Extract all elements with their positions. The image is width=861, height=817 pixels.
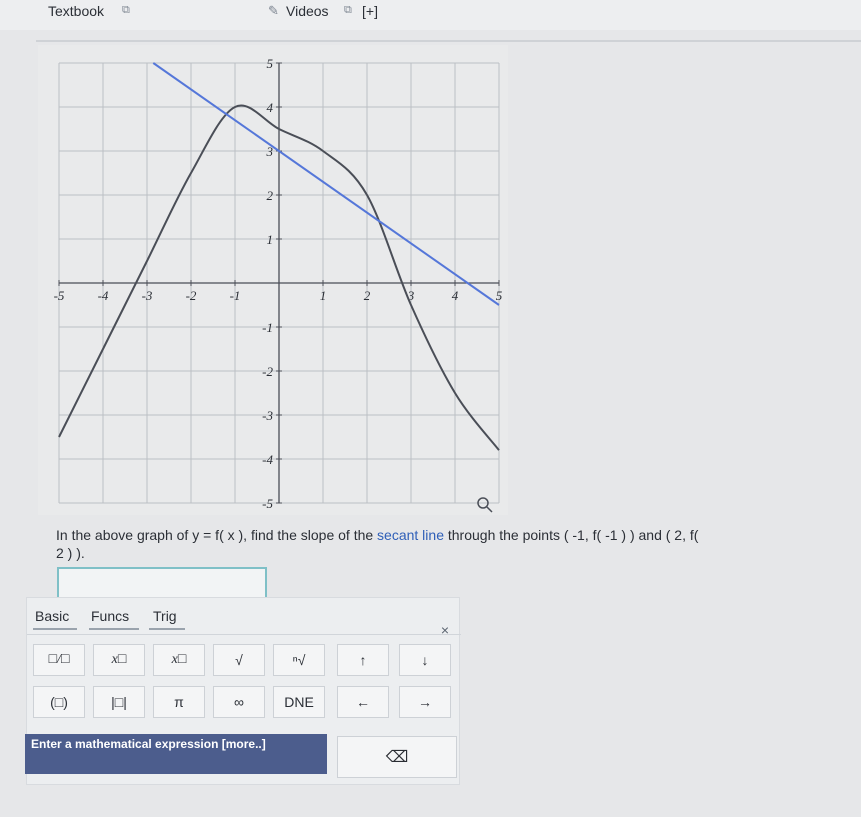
add-video-button[interactable]: [+] <box>362 3 378 19</box>
y-tick-label: -3 <box>262 408 273 423</box>
x-tick-label: -2 <box>186 288 197 303</box>
y-tick-label: -2 <box>262 364 273 379</box>
x-tick-label: -5 <box>54 288 65 303</box>
textbook-link[interactable]: Textbook <box>48 3 104 19</box>
divider <box>36 40 861 42</box>
question-mid: , find the slope of the <box>243 527 378 543</box>
absolute-value-button[interactable]: |□| <box>93 686 145 718</box>
y-tick-label: 5 <box>267 56 274 71</box>
x-tick-label: -3 <box>142 288 153 303</box>
external-link-icon[interactable]: ⧉ <box>344 4 352 17</box>
pi-button[interactable]: π <box>153 686 205 718</box>
tab-trig[interactable]: Trig <box>153 608 177 624</box>
keypad-hint[interactable]: Enter a mathematical expression [more..] <box>25 734 327 774</box>
tab-underline <box>149 628 185 630</box>
y-tick-label: -4 <box>262 452 273 467</box>
secant-line-link[interactable]: secant line <box>377 527 444 543</box>
down-arrow-button[interactable]: ↓ <box>399 644 451 676</box>
tab-underline <box>33 628 77 630</box>
parentheses-button[interactable]: (□) <box>33 686 85 718</box>
tab-basic[interactable]: Basic <box>35 608 69 624</box>
divider <box>27 634 461 635</box>
question-prefix: In the above graph of <box>56 527 193 543</box>
backspace-button[interactable]: ⌫ <box>337 736 457 778</box>
close-keypad-button[interactable]: × <box>441 622 449 638</box>
question-line2: 2 ) ). <box>56 545 85 561</box>
graph-panel: -5 -4 -3 -2 -1 1 2 3 4 5 5 4 3 2 1 -1 -2 -3 -4 -5 <box>38 45 508 515</box>
dne-button[interactable]: DNE <box>273 686 325 718</box>
y-tick-label: -5 <box>262 496 273 511</box>
zoom-icon-handle <box>486 506 493 513</box>
up-arrow-button[interactable]: ↑ <box>337 644 389 676</box>
y-tick-label: 2 <box>267 188 274 203</box>
nth-root-button[interactable]: ⁿ√ <box>273 644 325 676</box>
subscript-button[interactable]: x□ <box>153 644 205 676</box>
sqrt-button[interactable]: √ <box>213 644 265 676</box>
infinity-button[interactable]: ∞ <box>213 686 265 718</box>
tab-funcs[interactable]: Funcs <box>91 608 129 624</box>
y-tick-label: 4 <box>267 100 274 115</box>
videos-link[interactable]: Videos <box>286 3 329 19</box>
function-expression: y = f( x ) <box>192 527 244 543</box>
external-link-icon[interactable]: ⧉ <box>122 4 130 17</box>
function-graph: -5 -4 -3 -2 -1 1 2 3 4 554321-1-2-3-4-5 <box>54 56 503 513</box>
right-arrow-button[interactable]: → <box>399 686 451 718</box>
x-tick-label: 2 <box>364 288 371 303</box>
question-text: In the above graph of y = f( x ), find t… <box>56 526 856 562</box>
math-keypad: Basic Funcs Trig × □/□ x□ x□ √ ⁿ√ ↑ ↓ (□… <box>25 597 461 785</box>
x-tick-label: -1 <box>230 288 241 303</box>
pencil-icon: ✎ <box>268 3 279 18</box>
x-tick-label: 1 <box>320 288 327 303</box>
fraction-button[interactable]: □/□ <box>33 644 85 676</box>
y-tick-label: 1 <box>267 232 274 247</box>
x-tick-label: -4 <box>98 288 109 303</box>
left-arrow-button[interactable]: ← <box>337 686 389 718</box>
secant-line <box>152 62 500 306</box>
y-tick-label: -1 <box>262 320 273 335</box>
x-tick-label: 5 <box>496 288 503 303</box>
x-tick-label: 4 <box>452 288 459 303</box>
top-bar: Textbook ⧉ ✎ Videos ⧉ [+] <box>0 0 861 30</box>
tab-underline <box>89 628 139 630</box>
question-suffix: through the points ( -1, f( -1 ) ) and (… <box>443 527 699 543</box>
exponent-button[interactable]: x□ <box>93 644 145 676</box>
